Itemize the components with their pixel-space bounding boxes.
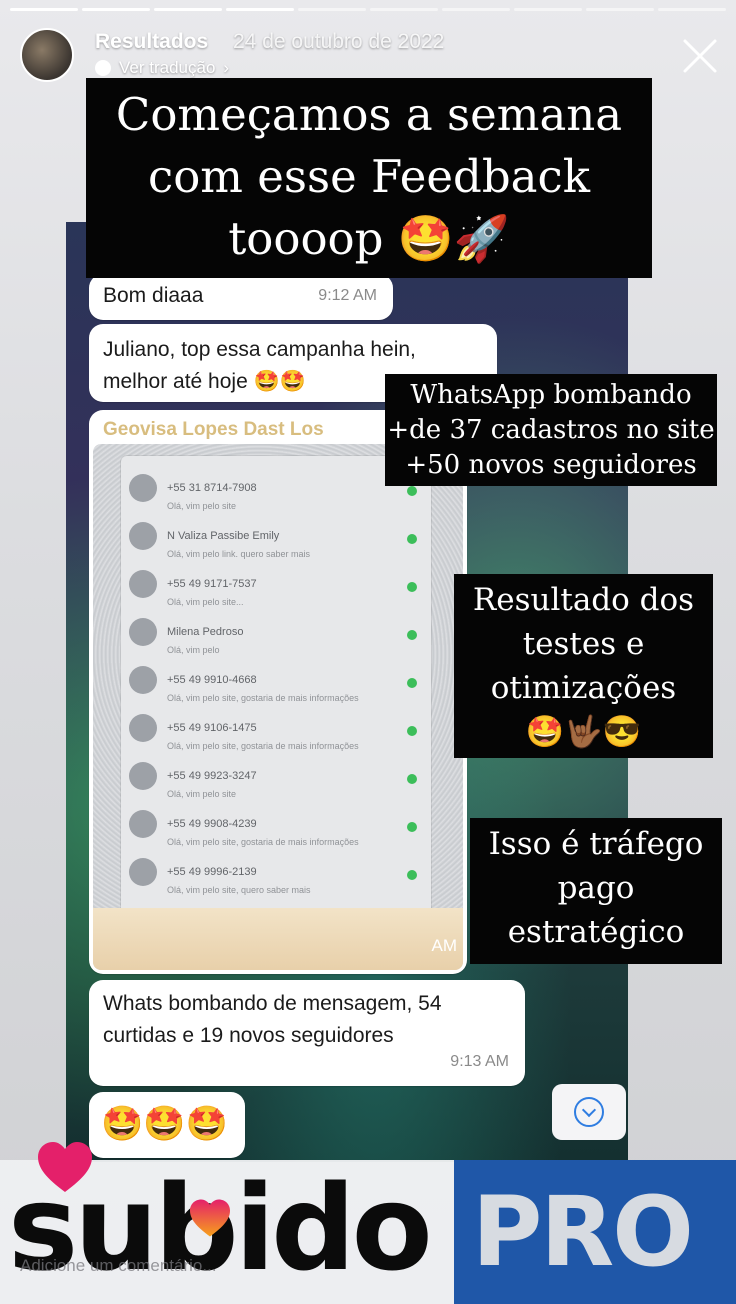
progress-segment	[298, 8, 366, 11]
unread-dot	[407, 582, 417, 592]
unread-dot	[407, 822, 417, 832]
overlay-line: testes e	[522, 626, 645, 662]
translate-link[interactable]: Ver tradução ›	[95, 58, 229, 78]
message-time: 9:12 AM	[318, 287, 377, 304]
unread-dot	[407, 534, 417, 544]
overlay-line: +50 novos seguidores	[405, 450, 697, 480]
contact-avatar	[129, 810, 157, 838]
contact-avatar	[129, 858, 157, 886]
overlay-line: +de 37 cadastros no site	[387, 415, 715, 445]
forwarded-photo-bubble: Geovisa Lopes Dast Los +55 31 8714-7908 O…	[89, 410, 467, 974]
phone-chat-row: +55 31 8714-7908 Olá, vim pelo site	[129, 470, 423, 514]
progress-segment	[10, 8, 78, 11]
overlay-line: pago	[557, 870, 635, 906]
phone-chat-row: +55 49 9910-4668 Olá, vim pelo site, gost…	[129, 662, 423, 706]
message-preview: Olá, vim pelo site, quero saber mais	[167, 885, 311, 895]
tests-overlay: Resultado dos testes e otimizações 🤩🤟🏾😎	[454, 574, 713, 758]
scroll-down-button[interactable]	[552, 1084, 626, 1140]
translate-icon	[95, 60, 111, 76]
progress-segment	[442, 8, 510, 11]
traffic-overlay: Isso é tráfego pago estratégico	[470, 818, 722, 964]
message-text: Bom diaaa	[103, 284, 204, 307]
title-line: Começamos a semana	[115, 88, 623, 141]
message-bubble: Bom diaaa 9:12 AM	[89, 274, 393, 320]
pro-badge: PRO	[454, 1160, 736, 1304]
contact-avatar	[129, 474, 157, 502]
phone-chat-row: +55 49 9106-1475 Olá, vim pelo site, gost…	[129, 710, 423, 754]
account-name[interactable]: Resultados	[95, 30, 208, 54]
contact-avatar	[129, 570, 157, 598]
overlay-line: estratégico	[507, 914, 685, 950]
contact-avatar	[129, 714, 157, 742]
phone-chat-row: +55 49 9996-2139 Olá, vim pelo site, quer…	[129, 854, 423, 898]
story-date: 24 de outubro de 2022	[233, 30, 445, 53]
unread-dot	[407, 678, 417, 688]
title-overlay: Começamos a semana com esse Feedback too…	[86, 78, 652, 278]
account-avatar[interactable]	[20, 28, 74, 82]
chevron-right-icon: ›	[223, 58, 230, 77]
message-bubble: 🤩🤩🤩	[89, 1092, 245, 1158]
chevron-down-icon	[574, 1097, 604, 1127]
phone-chat-row: N Valiza Passibe Emily Olá, vim pelo link…	[129, 518, 423, 562]
progress-segment	[370, 8, 438, 11]
close-icon[interactable]	[680, 36, 720, 76]
heart-icon	[190, 1199, 230, 1237]
brand-banner: subido PRO	[0, 1159, 736, 1304]
progress-segment	[514, 8, 582, 11]
contact-avatar	[129, 666, 157, 694]
message-emoji: 🤩🤩🤩	[101, 1105, 229, 1143]
phone-chat-list: +55 31 8714-7908 Olá, vim pelo site N Vali…	[121, 456, 431, 964]
story-header: Resultados 24 de outubro de 2022 Ver tra…	[20, 28, 722, 84]
overlay-line: Isso é tráfego	[488, 826, 704, 862]
progress-segment	[586, 8, 654, 11]
desk-surface	[93, 908, 463, 970]
progress-segment	[658, 8, 726, 11]
message-text-line: Whats bombando de mensagem, 54	[103, 992, 442, 1015]
progress-segment	[226, 8, 294, 11]
overlay-line: Resultado dos	[472, 582, 695, 618]
contact-avatar	[129, 618, 157, 646]
progress-segment	[154, 8, 222, 11]
unread-dot	[407, 726, 417, 736]
title-line: com esse Feedback	[148, 150, 590, 203]
forwarded-sender: Geovisa Lopes Dast Los	[103, 419, 324, 440]
phone-chat-row: Milena Pedroso Olá, vim pelo	[129, 614, 423, 658]
translate-label: Ver tradução	[119, 58, 216, 77]
overlay-line: 🤩🤟🏾😎	[525, 714, 642, 750]
unread-dot	[407, 774, 417, 784]
comment-input[interactable]: Adicione um comentário...	[20, 1256, 217, 1276]
overlay-line: WhatsApp bombando	[410, 380, 692, 410]
phone-chat-row: +55 49 9908-4239 Olá, vim pelo site, gost…	[129, 806, 423, 850]
progress-segment	[82, 8, 150, 11]
title-line: toooop 🤩🚀	[228, 212, 510, 265]
message-text-line: Juliano, top essa campanha hein,	[103, 338, 416, 361]
results-overlay: WhatsApp bombando +de 37 cadastros no si…	[385, 374, 717, 486]
unread-dot	[407, 870, 417, 880]
pro-badge-text: PRO	[472, 1176, 694, 1288]
story-progress-bar	[10, 8, 726, 11]
contact-avatar	[129, 762, 157, 790]
phone-chat-row: +55 49 9171-7537 Olá, vim pelo site...	[129, 566, 423, 610]
phone-chat-row: +55 49 9923-3247 Olá, vim pelo site	[129, 758, 423, 802]
heart-icon	[38, 1142, 92, 1192]
photo-of-phone-screen: +55 31 8714-7908 Olá, vim pelo site N Vali…	[93, 444, 463, 970]
message-time: 9:13 AM	[450, 1053, 509, 1070]
message-time: AM	[431, 936, 458, 955]
unread-dot	[407, 486, 417, 496]
overlay-line: otimizações	[490, 670, 677, 706]
message-bubble: Whats bombando de mensagem, 54 curtidas …	[89, 980, 525, 1086]
contact-avatar	[129, 522, 157, 550]
unread-dot	[407, 630, 417, 640]
